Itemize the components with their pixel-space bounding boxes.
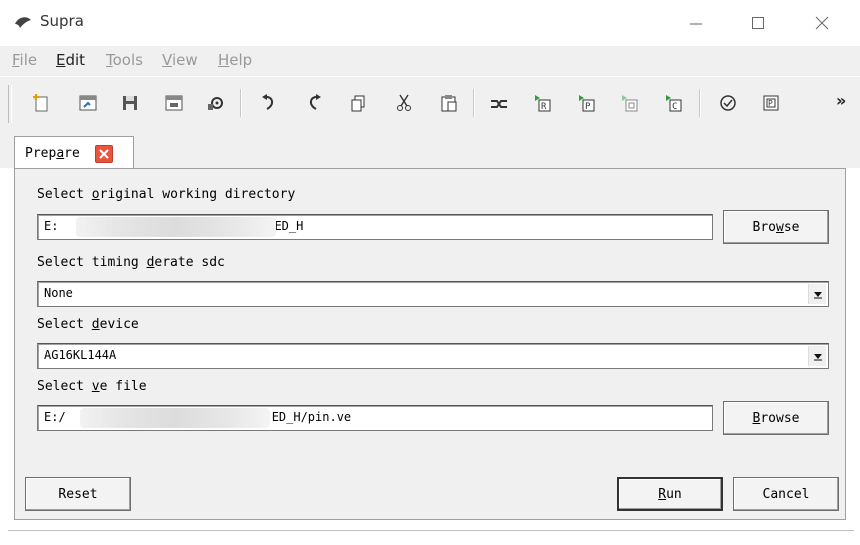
new-file-icon[interactable] [30, 92, 52, 114]
save-icon[interactable] [119, 92, 141, 114]
redo-icon[interactable] [303, 92, 325, 114]
copy-icon[interactable] [347, 92, 369, 114]
cut-icon[interactable] [393, 92, 415, 114]
menu-item[interactable]: Tools [106, 51, 143, 69]
tab-strip: Prepare [0, 128, 860, 170]
tab-label: Prepare [25, 146, 80, 161]
tab-prepare[interactable]: Prepare [14, 136, 134, 170]
ve-file-input[interactable]: E:/ED_H/pin.ve [37, 405, 713, 431]
ve-file-label: Select ve file [37, 379, 147, 394]
run-c-icon[interactable]: C [663, 92, 685, 114]
tab-close-icon[interactable] [95, 145, 113, 163]
maximize-icon[interactable] [738, 8, 778, 38]
svg-text:C: C [672, 102, 677, 112]
working-dir-input[interactable]: E: ED_H [37, 214, 713, 240]
run-d-icon[interactable] [619, 92, 641, 114]
browse-ve-button[interactable]: Browse [723, 401, 829, 435]
paste-icon[interactable] [438, 92, 460, 114]
device-select[interactable]: AG16KL144A [37, 343, 829, 369]
redacted-path [76, 217, 276, 237]
svg-text:P: P [585, 102, 591, 112]
close-icon[interactable] [802, 8, 842, 38]
run-r-icon[interactable]: R [532, 92, 554, 114]
open-project-icon[interactable] [77, 92, 99, 114]
toolbar-separator [473, 89, 475, 117]
toolbar-separator [699, 89, 701, 117]
settings-icon[interactable] [205, 92, 227, 114]
derate-label: Select timing derate sdc [37, 255, 225, 270]
cancel-button[interactable]: Cancel [733, 477, 839, 511]
minimize-icon[interactable] [676, 8, 716, 38]
working-dir-label: Select original working directory [37, 187, 296, 202]
save-as-icon[interactable] [163, 92, 185, 114]
derate-value: None [44, 286, 73, 300]
check-icon[interactable] [717, 92, 739, 114]
reset-button[interactable]: Reset [25, 477, 131, 511]
prepare-flow-icon[interactable] [488, 92, 510, 114]
toolbar: R P C P » [0, 76, 860, 128]
menu-item[interactable]: Edit [56, 51, 85, 69]
report-icon[interactable]: P [760, 92, 782, 114]
svg-text:R: R [541, 102, 547, 112]
run-button[interactable]: Run [617, 477, 723, 511]
menu-item[interactable]: View [162, 51, 198, 69]
device-label: Select device [37, 317, 139, 332]
menu-item[interactable]: Help [218, 51, 252, 69]
toolbar-overflow-icon[interactable]: » [836, 91, 846, 110]
status-divider [8, 530, 854, 531]
derate-select[interactable]: None [37, 281, 829, 307]
device-value: AG16KL144A [44, 348, 117, 362]
redacted-path [80, 408, 270, 428]
svg-text:P: P [768, 99, 773, 108]
title-bar: Supra [0, 0, 860, 46]
app-logo-icon [14, 14, 32, 28]
window-title: Supra [40, 12, 84, 30]
browse-dir-button[interactable]: Bro w se [723, 210, 829, 244]
undo-icon[interactable] [258, 92, 280, 114]
menu-item[interactable]: File [12, 51, 37, 69]
chevron-down-icon[interactable] [808, 284, 826, 304]
toolbar-grip[interactable] [8, 85, 12, 123]
chevron-down-icon[interactable] [808, 346, 826, 366]
menu-bar: File Edit Tools View Help [0, 46, 860, 76]
prepare-panel: Select original working directory E: ED_H… [14, 168, 846, 520]
run-p-icon[interactable]: P [576, 92, 598, 114]
toolbar-separator [240, 89, 242, 117]
